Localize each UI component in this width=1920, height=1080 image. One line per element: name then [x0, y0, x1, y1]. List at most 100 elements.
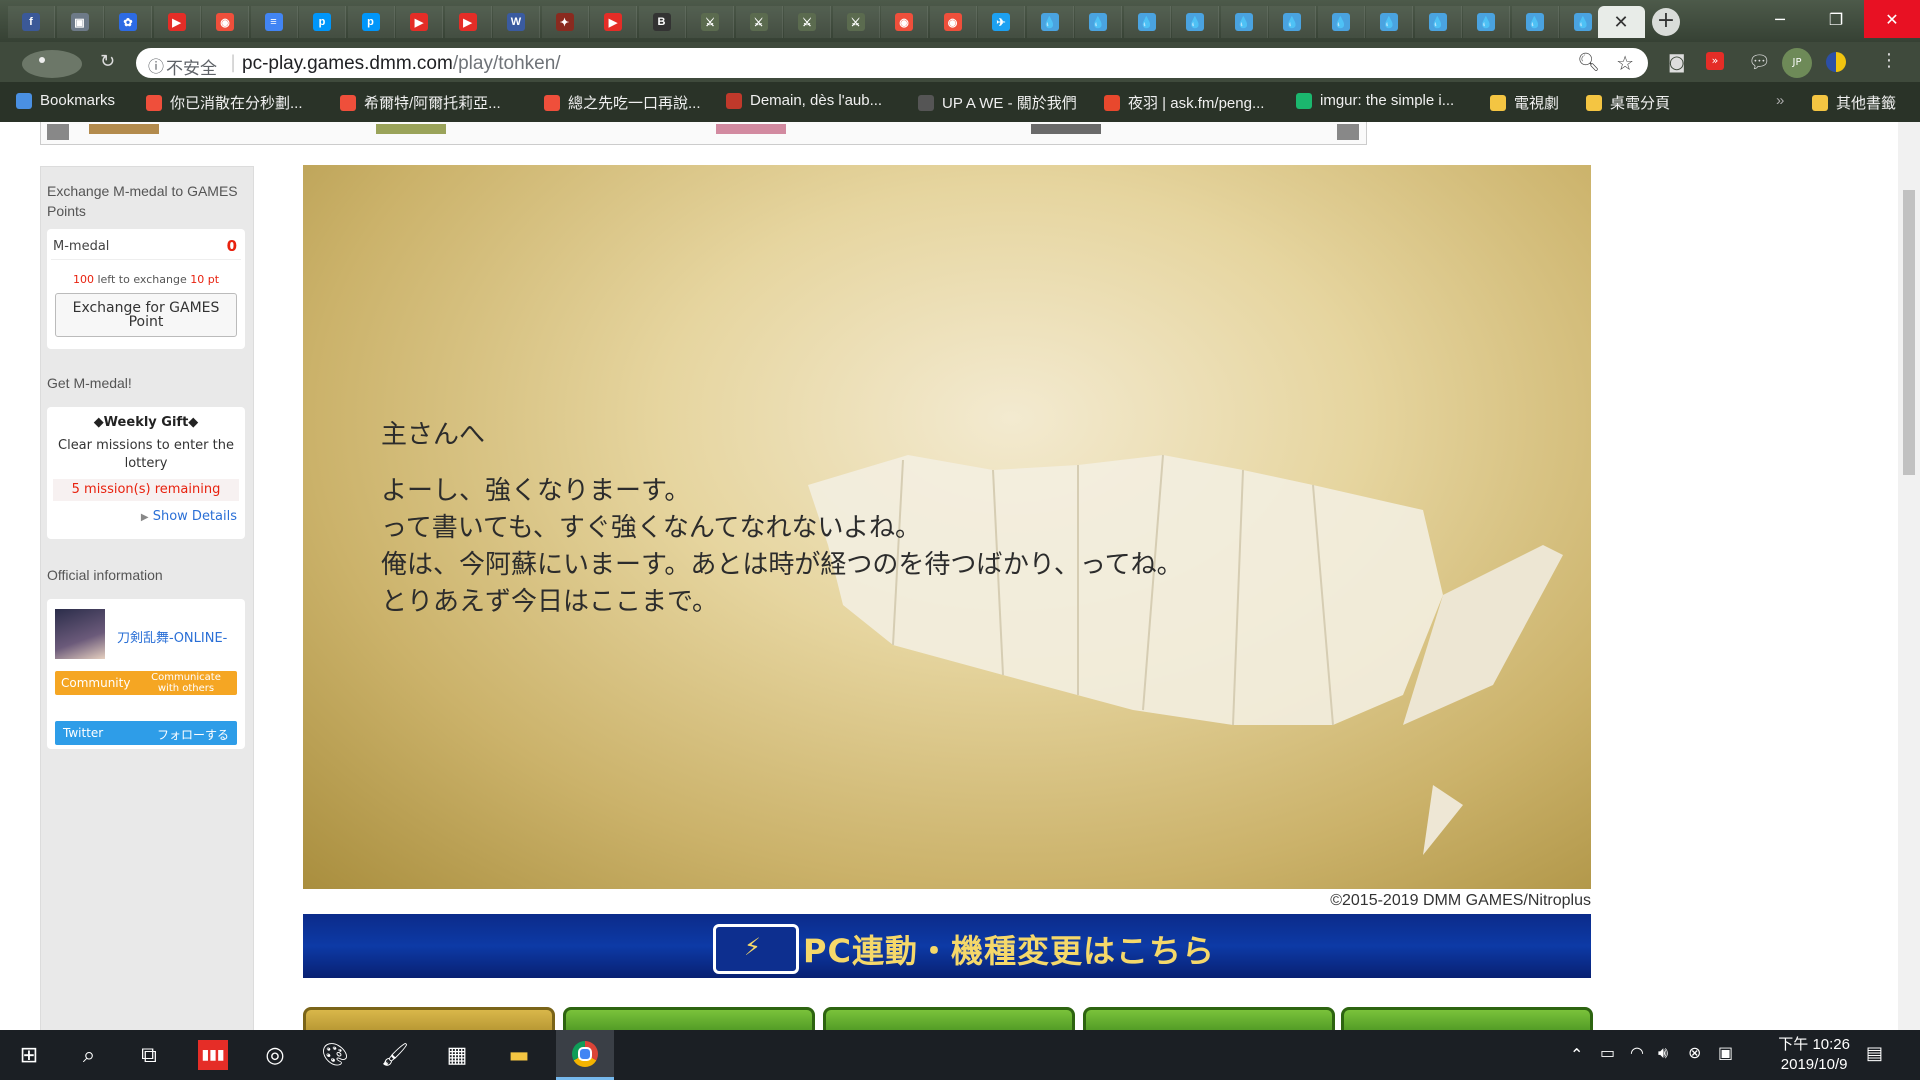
bookmarks-overflow-icon[interactable]: »: [1776, 92, 1784, 109]
banner-thumb[interactable]: [376, 124, 446, 134]
browser-tab[interactable]: B: [638, 6, 686, 38]
browser-tab[interactable]: 💧: [1220, 6, 1268, 38]
browser-tab[interactable]: ▣: [56, 6, 104, 38]
bookmark-item[interactable]: 希爾特/阿爾托莉亞...: [340, 92, 501, 113]
banner-prev-icon[interactable]: [47, 124, 69, 140]
banner-thumb[interactable]: [1031, 124, 1101, 134]
browser-tab[interactable]: ◉: [881, 6, 928, 38]
browser-tab[interactable]: 💧: [1269, 6, 1316, 38]
network-error-icon[interactable]: ⊗: [1688, 1043, 1701, 1062]
extension-chat-icon[interactable]: 💬︎: [1748, 52, 1771, 73]
taskbar-clock[interactable]: 下午 10:26 2019/10/9: [1778, 1035, 1850, 1075]
game-canvas[interactable]: 主さんへ よーし、強くなりまーす。 って書いても、すぐ強くなんてなれないよね。 俺は…: [303, 165, 1591, 889]
browser-tab[interactable]: 💧: [1511, 6, 1559, 38]
browser-tab[interactable]: ▶: [444, 6, 492, 38]
address-bar[interactable]: ⓘ 不安全 | pc-play.games.dmm.com/play/tohke…: [136, 48, 1648, 78]
bookmark-item[interactable]: Demain, dès l'aub...: [726, 92, 882, 109]
browser-tab[interactable]: W: [493, 6, 540, 38]
game-avatar[interactable]: [55, 609, 105, 659]
game-menu-button[interactable]: [1083, 1007, 1335, 1030]
browser-tab[interactable]: ✈: [978, 6, 1025, 38]
banner-next-icon[interactable]: [1337, 124, 1359, 140]
bookmark-item[interactable]: 桌電分頁: [1586, 92, 1670, 113]
browser-tab[interactable]: 💧: [1463, 6, 1510, 38]
extension-camera-icon[interactable]: ◙: [1668, 52, 1685, 73]
maximize-button[interactable]: ❐: [1808, 0, 1864, 38]
game-menu-button[interactable]: [303, 1007, 555, 1030]
info-icon[interactable]: ⓘ: [148, 53, 164, 77]
game-menu-button[interactable]: [1341, 1007, 1593, 1030]
chrome-taskbar-icon[interactable]: [556, 1030, 614, 1080]
browser-tab[interactable]: ◉: [202, 6, 249, 38]
file-explorer-icon[interactable]: ▬: [490, 1030, 548, 1080]
browser-tab[interactable]: 💧: [1414, 6, 1462, 38]
media-app-icon[interactable]: ▮▮▮: [184, 1030, 242, 1080]
left-pt: 10 pt: [190, 273, 220, 286]
new-tab-button[interactable]: +: [1652, 8, 1680, 36]
browser-tab[interactable]: ▶: [396, 6, 443, 38]
window-close-button[interactable]: ✕: [1864, 0, 1920, 38]
paint-icon[interactable]: 🎨︎: [306, 1030, 364, 1080]
game-menu-button[interactable]: [563, 1007, 815, 1030]
game-name-link[interactable]: 刀剣乱舞-ONLINE-: [117, 627, 227, 646]
browser-tab[interactable]: ✿: [105, 6, 152, 38]
notification-center-icon[interactable]: ▤: [1866, 1043, 1883, 1064]
calculator-icon[interactable]: ▦: [428, 1030, 486, 1080]
browser-tab[interactable]: ⚔: [735, 6, 783, 38]
browser-tab[interactable]: ◉: [929, 6, 977, 38]
profile-avatar[interactable]: JP: [1782, 48, 1812, 78]
bookmark-item[interactable]: 你已消散在分秒劃...: [146, 92, 303, 113]
browser-tab[interactable]: 💧: [1317, 6, 1365, 38]
battery-icon[interactable]: ▭: [1600, 1043, 1615, 1062]
tray-up-arrow-icon[interactable]: ⌃: [1570, 1045, 1583, 1064]
pc-link-banner[interactable]: ⚡ PC連動・機種変更はこちら: [303, 914, 1591, 978]
twitter-button[interactable]: Twitter フォローする: [55, 721, 237, 745]
other-bookmarks[interactable]: 其他書籤: [1812, 92, 1896, 113]
browser-tab[interactable]: 💧: [1026, 6, 1074, 38]
bookmark-item[interactable]: 總之先吃一口再說...: [544, 92, 701, 113]
browser-tab[interactable]: 💧: [1172, 6, 1219, 38]
browser-tab[interactable]: f: [8, 6, 55, 38]
browser-tab[interactable]: ⚔: [784, 6, 831, 38]
browser-tab[interactable]: 💧: [1075, 6, 1122, 38]
browser-tab[interactable]: 💧: [1123, 6, 1171, 38]
search-icon[interactable]: ⌕: [60, 1030, 118, 1080]
menu-icon[interactable]: ⋮: [1880, 50, 1898, 71]
wifi-icon[interactable]: ◠: [1630, 1043, 1644, 1062]
banner-thumb[interactable]: [89, 124, 159, 134]
community-button[interactable]: Community Communicate with others: [55, 671, 237, 695]
browser-tab[interactable]: 💧: [1366, 6, 1413, 38]
zoom-icon[interactable]: 🔍︎: [1577, 52, 1600, 73]
bookmark-item[interactable]: Bookmarks: [16, 92, 115, 109]
exchange-button[interactable]: Exchange for GAMES Point: [55, 293, 237, 337]
groove-icon[interactable]: ◎: [246, 1030, 304, 1080]
banner-thumb[interactable]: [716, 124, 786, 134]
reload-icon[interactable]: ↻: [100, 51, 115, 72]
game-menu-button[interactable]: [823, 1007, 1075, 1030]
extension-video-icon[interactable]: »: [1706, 52, 1724, 70]
tab-close-icon[interactable]: ✕: [1613, 12, 1628, 33]
task-view-icon[interactable]: ⧉: [120, 1030, 178, 1080]
browser-tab[interactable]: ▶: [590, 6, 637, 38]
bookmark-item[interactable]: 電視劇: [1490, 92, 1559, 113]
paint3d-icon[interactable]: 🖌︎: [366, 1030, 424, 1080]
volume-icon[interactable]: 🔊︎: [1658, 1043, 1668, 1063]
show-details-link[interactable]: ▶ Show Details: [141, 509, 237, 524]
ime-icon[interactable]: ▣: [1718, 1043, 1733, 1062]
browser-tab[interactable]: ▶: [153, 6, 201, 38]
scrollbar-thumb[interactable]: [1903, 190, 1915, 475]
active-tab[interactable]: ✕: [1598, 6, 1645, 38]
browser-tab[interactable]: p: [347, 6, 395, 38]
browser-tab[interactable]: p: [299, 6, 346, 38]
bookmark-star-icon[interactable]: ☆: [1616, 51, 1634, 75]
bookmark-item[interactable]: UP A WE - 關於我們: [918, 92, 1077, 113]
minimize-button[interactable]: ─: [1752, 0, 1808, 38]
extension-moon-icon[interactable]: [1826, 52, 1846, 72]
browser-tab[interactable]: ⚔: [832, 6, 880, 38]
browser-tab[interactable]: ⚔: [687, 6, 734, 38]
browser-tab[interactable]: ≡: [250, 6, 298, 38]
browser-tab[interactable]: ✦: [541, 6, 589, 38]
bookmark-item[interactable]: 夜羽 | ask.fm/peng...: [1104, 92, 1264, 113]
bookmark-item[interactable]: imgur: the simple i...: [1296, 92, 1454, 109]
windows-start-icon[interactable]: ⊞: [0, 1030, 58, 1080]
